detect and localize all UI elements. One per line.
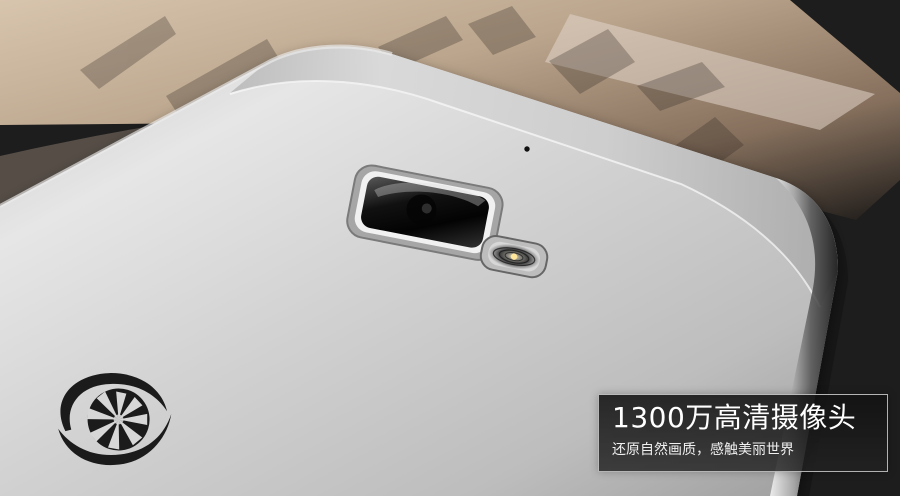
microphone-hole-icon [524,146,530,152]
caption-subtitle: 还原自然画质，感触美丽世界 [612,442,794,458]
phone-product-photo: 1300万高清摄像头 还原自然画质，感触美丽世界 [0,0,900,496]
camera-feature-caption: 1300万高清摄像头 还原自然画质，感触美丽世界 [598,394,888,472]
caption-title: 1300万高清摄像头 [612,401,857,434]
